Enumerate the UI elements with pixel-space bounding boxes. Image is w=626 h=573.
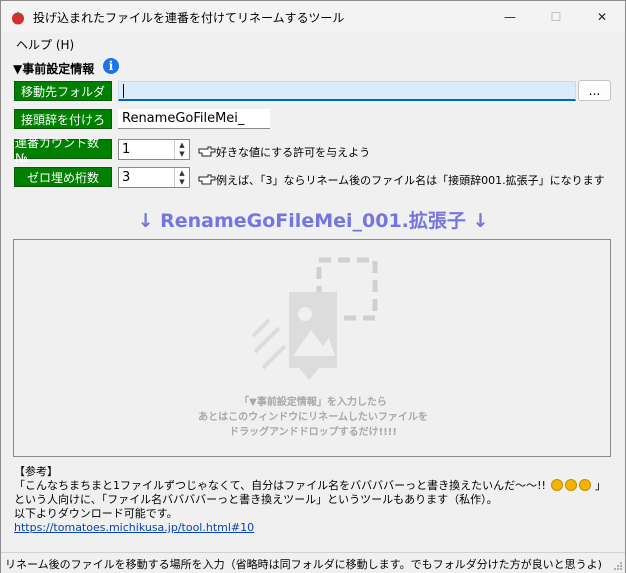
reference-line-1-end: 」 — [594, 479, 606, 492]
status-bar: リネーム後のファイルを移動する場所を入力（省略時は同フォルダに移動します。でもフ… — [1, 552, 625, 573]
info-icon[interactable]: i — [103, 58, 119, 74]
drag-drop-image-icon — [251, 257, 378, 380]
close-button[interactable]: ✕ — [579, 1, 625, 33]
drop-line-2: あとはこのウィンドウにリネームしたいファイルを — [198, 412, 428, 423]
count-value: 1 — [122, 142, 131, 157]
reference-line-1-text: 「こんなちまちまと1ファイルずつじゃなくて、自分はファイル名をババババーっと書き… — [14, 479, 546, 492]
maximize-icon: ☐ — [550, 10, 562, 24]
folder-input[interactable] — [118, 81, 576, 101]
drop-line-1: 「▼事前設定情報」を入力したら — [239, 397, 387, 408]
prefix-input[interactable]: RenameGoFileMei_ — [118, 109, 270, 129]
count-stepper[interactable]: 1 ▲ ▼ — [118, 139, 190, 160]
drop-instructions: 「▼事前設定情報」を入力したら あとはこのウィンドウにリネームしたいファイルを … — [14, 395, 612, 440]
status-text: リネーム後のファイルを移動する場所を入力（省略時は同フォルダに移動します。でもフ… — [5, 558, 602, 571]
maximize-button[interactable]: ☐ — [533, 1, 579, 33]
reference-line-2: という人向けに、「ファイル名ババババーっと書き換えツール」というツールもあります… — [14, 493, 498, 506]
pointing-hand-icon — [198, 172, 216, 186]
zero-down-icon[interactable]: ▼ — [175, 177, 189, 186]
pointing-hand-icon — [198, 144, 216, 158]
zero-stepper-arrows: ▲ ▼ — [174, 168, 189, 187]
count-down-icon[interactable]: ▼ — [175, 149, 189, 158]
download-link[interactable]: https://tomatoes.michikusa.jp/tool.html#… — [14, 521, 254, 534]
title-bar[interactable]: 投げ込まれたファイルを連番を付けてリネームするツール — ☐ ✕ — [1, 1, 625, 33]
reference-line-1: 「こんなちまちまと1ファイルずつじゃなくて、自分はファイル名をババババーっと書き… — [14, 479, 606, 493]
money-face-emoji-icon — [565, 479, 578, 491]
tomato-app-icon — [10, 9, 26, 25]
section-title: ▼事前設定情報 — [13, 62, 95, 76]
zero-padding-stepper[interactable]: 3 ▲ ▼ — [118, 167, 190, 188]
resize-grip-icon[interactable] — [613, 561, 623, 571]
menu-bar: ヘルプ (H) — [1, 33, 625, 53]
count-up-icon[interactable]: ▲ — [175, 140, 189, 149]
zero-padding-hint: 例えば、「3」ならリネーム後のファイル名は「接頭辞001.拡張子」になります — [216, 174, 605, 187]
count-stepper-arrows: ▲ ▼ — [174, 140, 189, 159]
app-window: 投げ込まれたファイルを連番を付けてリネームするツール — ☐ ✕ ヘルプ (H)… — [0, 0, 626, 573]
money-face-emoji-icon — [579, 479, 592, 491]
folder-button[interactable]: 移動先フォルダ — [14, 81, 112, 101]
minimize-button[interactable]: — — [487, 1, 533, 33]
reference-line-3: 以下よりダウンロード可能です。 — [14, 507, 178, 520]
zero-padding-value: 3 — [122, 170, 131, 185]
text-caret — [123, 83, 124, 98]
reference-heading: 【参考】 — [14, 465, 58, 478]
filename-preview: ↓ RenameGoFileMei_001.拡張子 ↓ — [137, 210, 489, 232]
prefix-button[interactable]: 接頭辞を付けろ — [14, 109, 112, 129]
close-icon: ✕ — [596, 10, 608, 24]
browse-button[interactable]: ... — [578, 80, 611, 101]
zero-up-icon[interactable]: ▲ — [175, 168, 189, 177]
minimize-icon: — — [504, 10, 516, 24]
count-button[interactable]: 連番カウント数№ — [14, 136, 112, 165]
prefix-input-value: RenameGoFileMei_ — [122, 111, 245, 126]
zero-padding-button[interactable]: ゼロ埋め桁数 — [14, 167, 112, 187]
reference-section: 【参考】 「こんなちまちまと1ファイルずつじゃなくて、自分はファイル名をババババ… — [14, 465, 606, 535]
count-hint: 好きな値にする許可を与えよう — [216, 146, 371, 159]
menu-help[interactable]: ヘルプ (H) — [16, 36, 74, 53]
drop-line-3: ドラッグアンドドロップするだけ!!!! — [229, 427, 397, 438]
money-face-emoji-icon — [551, 479, 564, 491]
file-drop-zone[interactable]: 「▼事前設定情報」を入力したら あとはこのウィンドウにリネームしたいファイルを … — [13, 239, 611, 457]
window-title: 投げ込まれたファイルを連番を付けてリネームするツール — [33, 11, 345, 25]
